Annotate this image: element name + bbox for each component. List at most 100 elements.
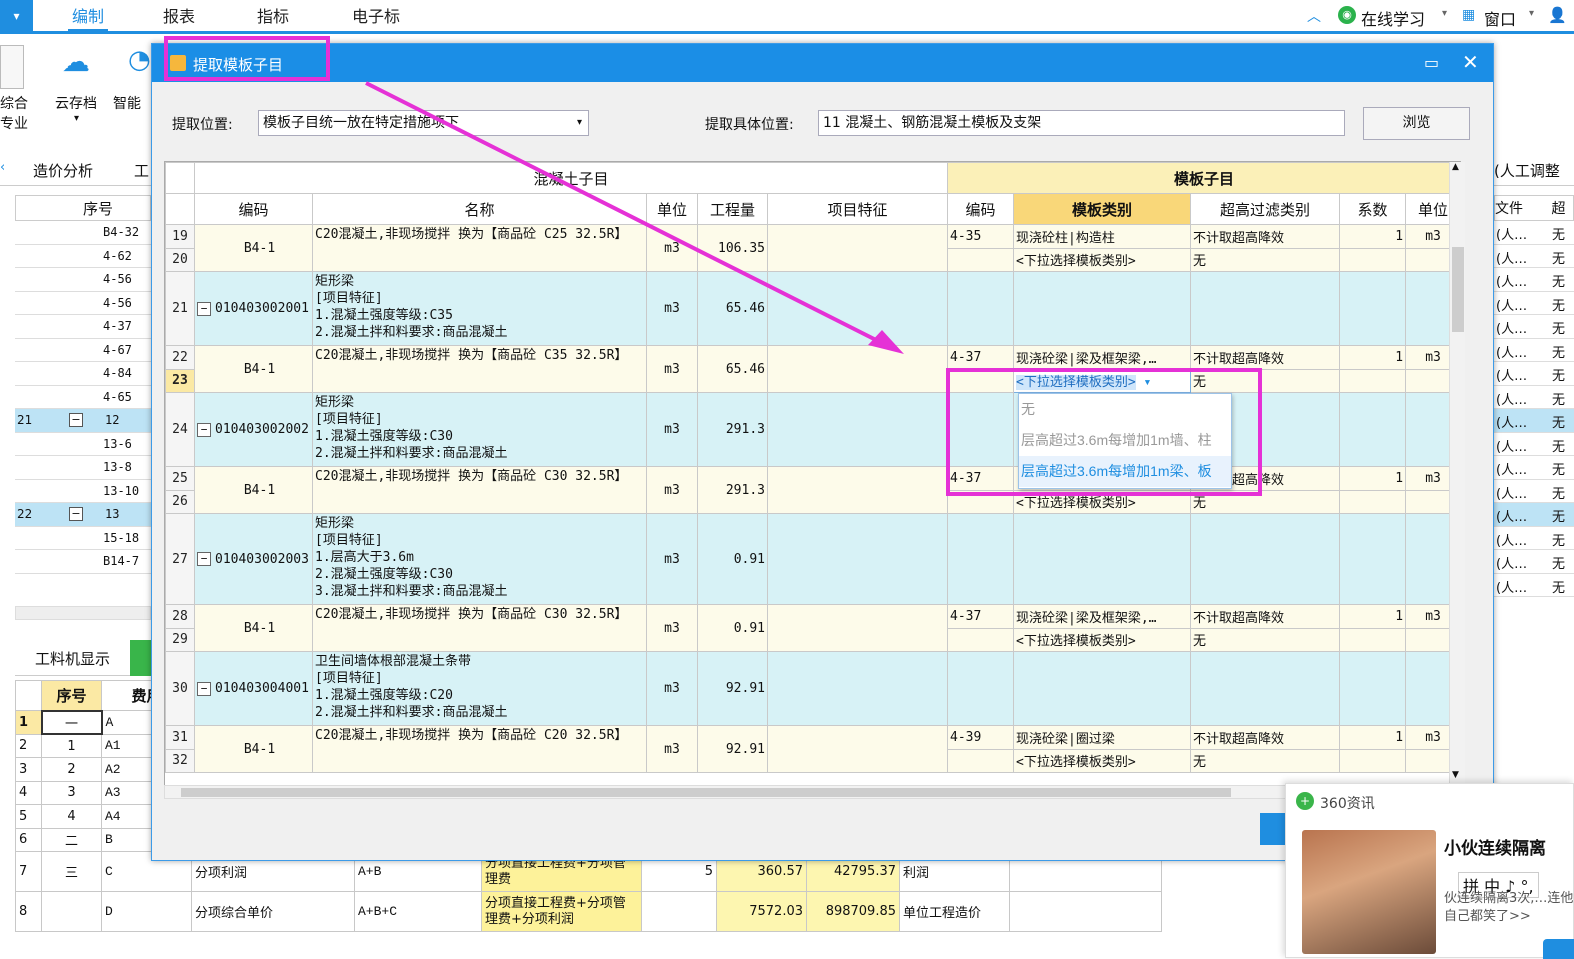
collapse-icon[interactable]: − bbox=[197, 552, 211, 566]
news-body[interactable]: 伙连续隔离3次,…连他自己都笑了>> bbox=[1444, 890, 1574, 926]
ribbon-label-2[interactable]: 专业 bbox=[0, 113, 28, 133]
side-scrollbar[interactable] bbox=[15, 606, 151, 620]
hscroll-thumb[interactable] bbox=[181, 788, 1231, 797]
tree-row[interactable]: 4-84 bbox=[15, 362, 151, 386]
height-filter[interactable]: 不计取超高降效 bbox=[1190, 725, 1341, 750]
col-header-cell[interactable]: 项目特征 bbox=[766, 193, 949, 225]
template-category[interactable]: 现浇砼梁|梁及框架梁,… bbox=[1013, 604, 1192, 629]
height-filter[interactable]: 不计取超高降效 bbox=[1190, 345, 1341, 370]
ok-button-partial[interactable] bbox=[1260, 813, 1288, 845]
scroll-up-icon[interactable]: ▲ bbox=[1452, 162, 1459, 172]
item-row[interactable]: 24−010403002002 矩形梁 [项目特征] 1.混凝土强度等级:C30 … bbox=[165, 392, 1460, 467]
col-header-cell[interactable]: 系数 bbox=[1339, 193, 1407, 225]
collapse-icon[interactable]: − bbox=[69, 507, 83, 521]
close-icon[interactable]: ✕ bbox=[1462, 50, 1479, 74]
right-tab[interactable]: (人工调整 bbox=[1494, 152, 1574, 186]
sub-item-row[interactable]: 22 B4-1 C20混凝土,非现场搅拌 换为【商品砼 C35 32.5R】 m3 65… bbox=[165, 345, 1460, 393]
app-menu-dropdown[interactable]: ▾ bbox=[0, 0, 33, 34]
template-category-select-active[interactable]: <下拉选择模板类别> ▾ bbox=[1013, 368, 1192, 393]
template-category-select[interactable]: <下拉选择模板类别> bbox=[1013, 627, 1192, 652]
window-menu[interactable]: 窗口 bbox=[1484, 6, 1516, 30]
grid-vscrollbar[interactable]: ▲ ▼ bbox=[1449, 162, 1465, 786]
height-filter[interactable]: 无 bbox=[1190, 368, 1341, 393]
maximize-icon[interactable]: ▭ bbox=[1424, 53, 1439, 72]
sub-item-row[interactable]: 19 B4-1 C20混凝土,非现场搅拌 换为【商品砼 C25 32.5R】 m3 10… bbox=[165, 224, 1460, 272]
chevron-down-icon[interactable]: ▾ bbox=[74, 113, 79, 124]
template-category[interactable]: 现浇砼梁|梁及框架梁,… bbox=[1013, 345, 1192, 370]
tab-labor-display[interactable]: 工料机显示 bbox=[15, 648, 130, 669]
dropdown-option[interactable]: 无 bbox=[1019, 394, 1231, 425]
tree-row[interactable]: 4-37 bbox=[15, 315, 151, 339]
template-category[interactable]: 现浇砼梁|圈过梁 bbox=[1013, 725, 1192, 750]
tree-row[interactable]: 4-67 bbox=[15, 339, 151, 362]
tree-row[interactable]: B14-7 bbox=[15, 550, 151, 574]
height-filter[interactable]: 无 bbox=[1190, 247, 1341, 272]
col-header-cell[interactable]: 工程量 bbox=[697, 193, 768, 225]
col-header-cell[interactable]: 编码 bbox=[947, 193, 1015, 225]
user-icon[interactable]: 👤 bbox=[1548, 6, 1567, 24]
item-row[interactable]: 21−010403002001 矩形梁 [项目特征] 1.混凝土强度等级:C35 … bbox=[165, 271, 1460, 346]
tree-row[interactable]: 4-65 bbox=[15, 386, 151, 409]
dialog-titlebar[interactable]: 提取模板子目 ▭ ✕ bbox=[152, 44, 1493, 82]
tree-row[interactable]: B4-32 bbox=[15, 221, 151, 245]
item-row[interactable]: 30−010403004001 卫生间墙体根部混凝土条带 [项目特征] 1.混凝土… bbox=[165, 651, 1460, 726]
dropdown-option-selected[interactable]: 层高超过3.6m每增加1m梁、板 bbox=[1019, 456, 1231, 487]
height-filter[interactable]: 不计取超高降效 bbox=[1190, 224, 1341, 249]
online-learning-menu[interactable]: 在线学习 bbox=[1361, 6, 1425, 30]
sub-item-row[interactable]: 28 B4-1 C20混凝土,非现场搅拌 换为【商品砼 C30 32.5R】 m3 0.… bbox=[165, 604, 1460, 652]
tab-cost-analysis[interactable]: 造价分析 bbox=[33, 160, 93, 181]
tree-row[interactable]: 15-18 bbox=[15, 527, 151, 550]
tree-row[interactable]: 13-10 bbox=[15, 480, 151, 503]
tab-active-marker[interactable] bbox=[130, 640, 151, 676]
height-filter[interactable]: 无 bbox=[1190, 748, 1341, 773]
tree-row[interactable]: 13-6 bbox=[15, 433, 151, 456]
chevron-down-icon[interactable]: ▾ bbox=[1529, 8, 1534, 19]
menu-report[interactable]: 报表 bbox=[163, 0, 195, 32]
template-category-select[interactable]: <下拉选择模板类别> bbox=[1013, 247, 1192, 272]
collapse-icon[interactable]: − bbox=[69, 413, 83, 427]
detail-position-field[interactable]: 11 混凝土、钢筋混凝土模板及支架 bbox=[818, 110, 1345, 136]
collapse-icon[interactable]: − bbox=[197, 681, 211, 696]
coefficient[interactable]: 1 bbox=[1339, 466, 1407, 491]
chevron-down-icon[interactable]: ▾ bbox=[1442, 8, 1447, 19]
height-filter[interactable]: 无 bbox=[1190, 489, 1341, 514]
sub-item-row[interactable]: 31 B4-1 C20混凝土,非现场搅拌 换为【商品砼 C20 32.5R】 m3 92… bbox=[165, 725, 1460, 773]
col-header-cell[interactable]: 单位 bbox=[646, 193, 698, 225]
item-row[interactable]: 27−010403002003 矩形梁 [项目特征] 1.层高大于3.6m 2.混… bbox=[165, 513, 1460, 605]
collapse-ribbon-icon[interactable]: ︿ bbox=[1307, 6, 1321, 26]
smart-button[interactable]: 智能 bbox=[113, 93, 141, 113]
ribbon-label-1[interactable]: 综合 bbox=[0, 93, 28, 113]
cloud-save-button[interactable]: 云存档 bbox=[55, 93, 97, 113]
template-category-select[interactable]: <下拉选择模板类别> bbox=[1013, 748, 1192, 773]
tree-row[interactable]: 4-62 bbox=[15, 245, 151, 268]
chevron-left-icon[interactable]: ‹ bbox=[0, 160, 5, 175]
tree-row[interactable]: 13-8 bbox=[15, 456, 151, 480]
sub-item-row[interactable]: 25 B4-1 C20混凝土,非现场搅拌 换为【商品砼 C30 32.5R】 m3 29… bbox=[165, 466, 1460, 514]
chevron-down-icon[interactable]: ▾ bbox=[577, 111, 582, 135]
position-select[interactable]: 模板子目统一放在特定措施项下 ▾ bbox=[258, 110, 589, 136]
chevron-down-icon[interactable]: ▾ bbox=[1136, 375, 1151, 390]
coefficient[interactable]: 1 bbox=[1339, 725, 1407, 750]
coefficient[interactable]: 1 bbox=[1339, 604, 1407, 629]
tree-row[interactable]: − 22 13 bbox=[15, 503, 151, 527]
vscroll-thumb[interactable] bbox=[1452, 247, 1464, 332]
menu-ebid[interactable]: 电子标 bbox=[352, 0, 400, 32]
scroll-down-icon[interactable]: ▼ bbox=[1452, 770, 1459, 780]
template-category[interactable]: 现浇砼柱|构造柱 bbox=[1013, 224, 1192, 249]
col-header-cell[interactable]: 模板类别 bbox=[1013, 193, 1192, 225]
cloud-upload-icon[interactable]: ☁ bbox=[62, 45, 90, 78]
col-header-cell[interactable]: 名称 bbox=[312, 193, 647, 225]
smart-icon[interactable]: ◔ bbox=[128, 45, 151, 75]
collapse-icon[interactable]: − bbox=[197, 301, 211, 316]
browse-button[interactable]: 浏览 bbox=[1363, 107, 1470, 140]
height-filter[interactable]: 不计取超高降效 bbox=[1190, 604, 1341, 629]
grid-hscrollbar[interactable] bbox=[164, 785, 1449, 799]
tree-row[interactable]: 4-56 bbox=[15, 268, 151, 292]
news-thumbnail[interactable] bbox=[1302, 830, 1436, 954]
height-filter[interactable]: 无 bbox=[1190, 627, 1341, 652]
tree-row[interactable]: 4-56 bbox=[15, 292, 151, 315]
coefficient[interactable]: 1 bbox=[1339, 345, 1407, 370]
tab-partial[interactable]: 工 bbox=[134, 160, 149, 181]
col-header-cell[interactable]: 超高过滤类别 bbox=[1190, 193, 1341, 225]
menu-index[interactable]: 指标 bbox=[257, 0, 289, 32]
